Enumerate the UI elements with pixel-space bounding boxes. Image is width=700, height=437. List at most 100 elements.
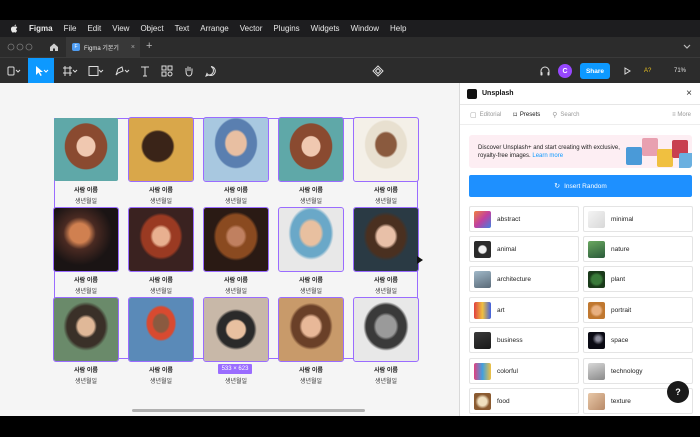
profile-card[interactable]: 사람 이름 생년월일 (203, 117, 269, 205)
profile-card[interactable]: 사람 이름 생년월일 (278, 117, 344, 205)
preset-nature[interactable]: nature (583, 236, 693, 262)
move-tool-icon[interactable] (28, 58, 54, 84)
preset-minimal[interactable]: minimal (583, 206, 693, 232)
profile-card[interactable]: 사람 이름 생년월일 (353, 117, 419, 205)
portrait-image (53, 207, 119, 272)
person-name: 사람 이름 (74, 368, 98, 374)
preset-space[interactable]: space (583, 327, 693, 353)
preset-business[interactable]: business (469, 327, 579, 353)
menu-text[interactable]: Text (175, 24, 190, 33)
birth-date: 생년월일 (149, 289, 173, 295)
preset-thumbnail (588, 392, 605, 410)
refresh-icon: ↻ (554, 183, 561, 190)
menu-file[interactable]: File (64, 24, 77, 33)
tab-search[interactable]: ⚲ Search (552, 111, 579, 119)
more-menu[interactable]: ≡ More (672, 112, 691, 118)
learn-more-link[interactable]: Learn more (532, 153, 563, 159)
preset-abstract[interactable]: abstract (469, 206, 579, 232)
panel-title: Unsplash (482, 90, 514, 97)
person-name: 사람 이름 (224, 188, 248, 194)
profile-card[interactable]: 사람 이름 생년월일 (353, 297, 419, 385)
menu-view[interactable]: View (112, 24, 129, 33)
preset-thumbnail (474, 392, 491, 410)
tab-editorial[interactable]: ▢ Editorial (470, 111, 501, 119)
profile-card[interactable]: 사람 이름 생년월일 (53, 207, 119, 295)
insert-random-button[interactable]: ↻ Insert Random (469, 175, 692, 197)
preset-colorful[interactable]: colorful (469, 358, 579, 384)
close-tab-icon[interactable]: × (131, 44, 135, 51)
menu-arrange[interactable]: Arrange (200, 24, 228, 33)
person-name: 사람 이름 (374, 368, 398, 374)
component-icon[interactable] (370, 58, 386, 84)
portrait-image (128, 207, 194, 272)
headphones-icon[interactable] (537, 58, 553, 84)
preset-plant[interactable]: plant (583, 266, 693, 292)
profile-card[interactable]: 사람 이름 생년월일 (353, 207, 419, 295)
preset-architecture[interactable]: architecture (469, 266, 579, 292)
profile-card[interactable]: 사람 이름 생년월일 (53, 297, 119, 385)
help-button[interactable]: ? (667, 381, 689, 403)
person-name: 사람 이름 (224, 278, 248, 284)
birth-date: 생년월일 (224, 199, 248, 205)
preset-thumbnail (588, 301, 605, 319)
profile-card[interactable]: 사람 이름 생년월일 (128, 117, 194, 205)
canvas[interactable]: 사람 이름 생년월일 사람 이름 생년월일 사람 이름 생년월일 사람 이름 생… (0, 83, 459, 416)
profile-card[interactable]: 사람 이름 생년월일 (54, 118, 118, 205)
menu-window[interactable]: Window (351, 24, 379, 33)
birth-date: 생년월일 (374, 379, 398, 385)
menu-plugins[interactable]: Plugins (273, 24, 299, 33)
frame-tool-icon[interactable] (58, 58, 82, 84)
image-icon: ▢ (470, 111, 477, 119)
profile-card[interactable]: 사람 이름 생년월일 (128, 297, 194, 385)
window-controls-icon[interactable] (7, 43, 33, 51)
preset-label: nature (611, 245, 630, 253)
menu-figma[interactable]: Figma (29, 24, 53, 33)
preset-food[interactable]: food (469, 388, 579, 414)
preset-animal[interactable]: animal (469, 236, 579, 262)
preset-thumbnail (588, 331, 605, 349)
home-icon[interactable] (49, 42, 59, 52)
shape-tool-icon[interactable] (84, 58, 108, 84)
menu-widgets[interactable]: Widgets (311, 24, 340, 33)
preset-thumbnail (474, 210, 491, 228)
resources-icon[interactable] (158, 58, 176, 84)
zoom-level[interactable]: 71% (674, 64, 686, 78)
menu-edit[interactable]: Edit (87, 24, 101, 33)
menu-help[interactable]: Help (390, 24, 406, 33)
chevron-down-icon[interactable] (682, 41, 692, 51)
horizontal-scrollbar[interactable] (132, 409, 365, 412)
portrait-image (128, 297, 194, 362)
new-tab-button[interactable]: + (146, 40, 152, 52)
preset-label: plant (611, 275, 626, 283)
pen-tool-icon[interactable] (110, 58, 134, 84)
menu-vector[interactable]: Vector (240, 24, 263, 33)
more-label: More (677, 111, 691, 118)
main-menu-icon[interactable] (4, 58, 24, 84)
comment-tool-icon[interactable] (202, 58, 220, 84)
play-icon[interactable] (620, 58, 634, 84)
tab-presets[interactable]: ⌑ Presets (513, 111, 540, 119)
banner-photo (657, 149, 673, 167)
share-button[interactable]: Share (580, 63, 610, 79)
ai-badge[interactable]: A? (644, 64, 651, 78)
profile-card[interactable]: 사람 이름 생년월일 (128, 207, 194, 295)
menu-object[interactable]: Object (140, 24, 163, 33)
profile-card[interactable]: 사람 이름 생년월일 (203, 207, 269, 295)
toolbar: C Share A? 71% (0, 57, 700, 84)
tab-figma-file[interactable]: F Figma 기본기 × (66, 37, 140, 57)
profile-card[interactable]: 사람 이름 생년월일 (278, 207, 344, 295)
dimension-badge: 533 × 623 (218, 364, 252, 374)
cursor-icon (417, 256, 423, 264)
preset-art[interactable]: art (469, 297, 579, 323)
unsplash-logo-icon (467, 88, 477, 99)
apple-icon[interactable] (10, 24, 18, 33)
avatar[interactable]: C (558, 64, 572, 78)
hand-tool-icon[interactable] (180, 58, 198, 84)
unsplash-plus-banner[interactable]: Discover Unsplash+ and start creating wi… (469, 135, 692, 168)
profile-card[interactable]: 사람 이름 생년월일 (278, 297, 344, 385)
close-icon[interactable]: × (686, 88, 692, 99)
preset-portrait[interactable]: portrait (583, 297, 693, 323)
person-name: 사람 이름 (299, 188, 323, 194)
preset-thumbnail (474, 270, 491, 288)
text-tool-icon[interactable] (136, 58, 154, 84)
